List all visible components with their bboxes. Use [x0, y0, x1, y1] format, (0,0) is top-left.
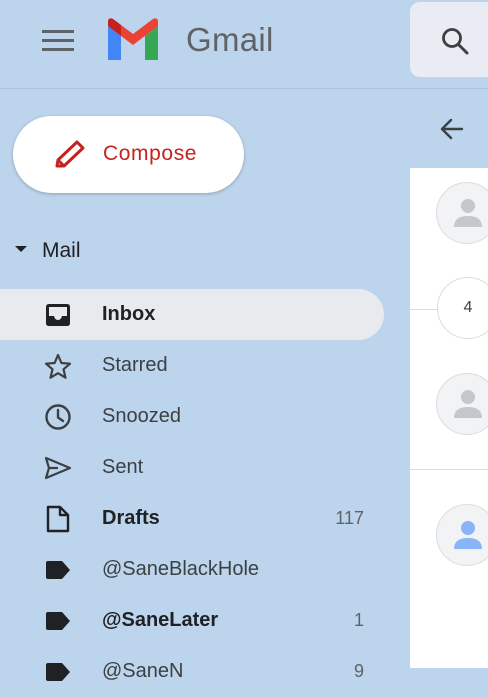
main-pane: 4 — [410, 0, 488, 668]
thread-connector — [410, 309, 440, 310]
compose-button[interactable]: Compose — [13, 116, 244, 193]
nav-item-count: 9 — [353, 661, 364, 681]
message-divider — [410, 469, 488, 470]
pencil-icon — [55, 140, 85, 168]
nav-item-count: 117 — [335, 508, 364, 528]
send-icon — [44, 455, 72, 481]
nav-item-label: @SaneN — [102, 660, 184, 682]
avatar — [436, 504, 488, 566]
avatar — [436, 373, 488, 435]
nav-item-label: Sent — [102, 456, 144, 478]
person-icon — [454, 199, 482, 227]
nav-item-drafts[interactable]: Drafts 117 — [0, 493, 410, 544]
nav-item-label: @SaneLater — [102, 609, 219, 631]
person-icon — [454, 390, 482, 418]
inbox-icon — [44, 302, 72, 328]
nav-item-label: @SaneBlackHole — [102, 558, 260, 580]
nav-item-sane-later[interactable]: @SaneLater 1 — [0, 595, 410, 646]
label-icon — [44, 557, 72, 583]
nav-item-label: Starred — [102, 354, 168, 376]
nav-item-sane-black-hole[interactable]: @SaneBlackHole — [0, 544, 410, 595]
person-icon — [454, 521, 482, 549]
caret-down-icon — [15, 246, 27, 252]
search-icon[interactable] — [440, 26, 470, 56]
avatar — [436, 182, 488, 244]
thread-view: 4 — [410, 168, 488, 668]
section-label: Mail — [42, 239, 81, 262]
folder-list: Inbox Starred Snoozed Sent Drafts 117 @S… — [0, 289, 410, 697]
nav-item-label: Drafts — [102, 507, 160, 529]
app-title: Gmail — [186, 21, 274, 58]
back-arrow-icon[interactable] — [440, 118, 464, 140]
nav-item-starred[interactable]: Starred — [0, 340, 410, 391]
menu-icon — [42, 30, 74, 51]
nav-item-label: Inbox — [102, 303, 156, 325]
collapsed-messages-count[interactable]: 4 — [437, 277, 488, 339]
main-menu-button[interactable] — [34, 20, 82, 60]
nav-item-label: Snoozed — [102, 405, 181, 427]
nav-item-count: 1 — [353, 610, 364, 630]
label-icon — [44, 608, 72, 634]
nav-item-snoozed[interactable]: Snoozed — [0, 391, 410, 442]
gmail-logo[interactable] — [104, 18, 162, 60]
star-icon — [44, 353, 72, 379]
nav-item-sent[interactable]: Sent — [0, 442, 410, 493]
search-bar[interactable] — [410, 2, 488, 77]
mail-section-toggle[interactable]: Mail — [0, 230, 410, 270]
top-bar: Gmail — [0, 0, 410, 88]
clock-icon — [44, 404, 72, 430]
nav-item-sane-news[interactable]: @SaneN 9 — [0, 646, 410, 697]
compose-label: Compose — [103, 142, 198, 165]
draft-icon — [44, 505, 72, 533]
label-icon — [44, 659, 72, 685]
nav-item-inbox[interactable]: Inbox — [0, 289, 384, 340]
